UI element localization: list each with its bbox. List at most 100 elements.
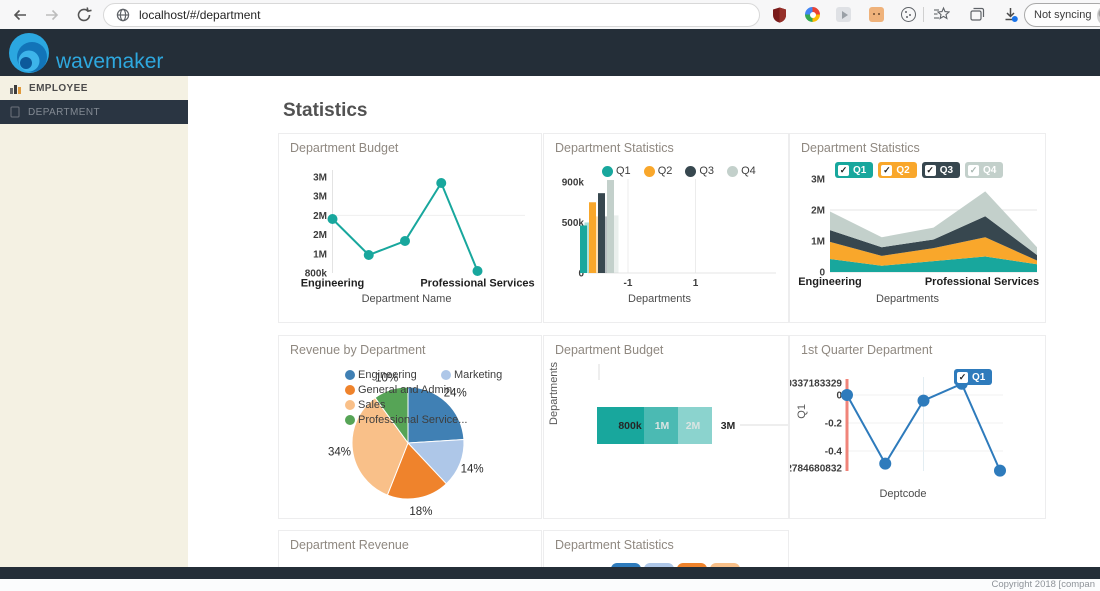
refresh-icon[interactable] [74,5,94,25]
legend-item-q2[interactable]: Q2 [644,165,673,177]
sidebar-item-employee[interactable]: EMPLOYEE [0,76,188,100]
chart-panel-revenue-by-department-pie: Revenue by Department 24%14%18%34%10% En… [278,335,542,519]
svg-text:Professional Services: Professional Services [420,278,534,290]
legend-item-marketing[interactable]: Marketing [441,367,537,382]
footer: Copyright 2018 [compan [0,579,1100,591]
svg-text:Engineering: Engineering [798,276,862,288]
pie-chart: 24%14%18%34%10% [279,336,541,518]
back-icon[interactable] [10,5,30,25]
legend-item-professional-service-[interactable]: Professional Service... [345,412,467,427]
legend-dot-icon [345,415,355,425]
profile-not-syncing-button[interactable]: Not syncing [1024,3,1100,27]
chart-panel-department-budget-line: Department Budget 800k1M2M2M3M3MEngineer… [278,133,542,323]
x-axis-title: Departments [577,293,742,305]
wavemaker-wave-icon [6,32,52,76]
svg-text:3M: 3M [313,173,327,184]
sidebar-item-department[interactable]: DEPARTMENT [0,100,188,124]
svg-text:18%: 18% [409,506,432,518]
checkbox-icon: ✓ [968,165,979,176]
svg-text:1M: 1M [313,249,327,260]
svg-text:-0.2: -0.2 [825,419,843,430]
svg-text:800k: 800k [618,420,642,432]
wavemaker-logo[interactable]: wavemaker [6,32,163,76]
forward-icon[interactable] [42,5,62,25]
checkbox-icon: ✓ [881,165,892,176]
chart-panel-department-budget-hbar: Department Budget 800k1M2M3M Departments [543,335,789,519]
chart-legend: EngineeringMarketingGeneral and AdminSal… [345,367,537,427]
app-window: localhost/#/department Not syncing [0,0,1100,591]
svg-text:2M: 2M [313,211,327,222]
wavemaker-logo-text: wavemaker [56,50,163,74]
legend-dot-icon [727,166,738,177]
legend-item-q1[interactable]: Q1 [602,165,631,177]
chart-panel-department-statistics-area: Department Statistics 01M2M3MEngineering… [789,133,1046,323]
svg-text:-0.4: -0.4 [825,447,843,458]
legend-item-general-and-admin[interactable]: General and Admin [345,382,452,397]
legend-item-engineering[interactable]: Engineering [345,367,441,382]
url-text[interactable]: localhost/#/department [139,8,260,22]
legend-item-q3[interactable]: Q3 [685,165,714,177]
svg-text:3M: 3M [811,175,825,186]
svg-text:34%: 34% [328,447,351,459]
bar-chart-icon [10,83,22,94]
x-axis-title: Departments [825,293,990,305]
document-icon [10,106,21,118]
legend-dot-icon [685,166,696,177]
downloads-icon[interactable] [1002,6,1019,23]
svg-text:14%: 14% [461,463,484,475]
footer-bar [0,567,1100,579]
y-axis-title: Q1 [796,404,808,419]
legend-pill-q2[interactable]: ✓Q2 [878,162,916,178]
page-title: Statistics [283,100,367,122]
legend-dot-icon [345,385,355,395]
chart-legend: ✓Q1 [954,369,992,385]
x-axis-title: Department Name [324,293,489,305]
svg-text:2M: 2M [313,230,327,241]
legend-pill-q1[interactable]: ✓Q1 [835,162,873,178]
sidebar-nav: EMPLOYEE DEPARTMENT [0,76,188,567]
app-header: wavemaker [0,29,1100,76]
play-extension-icon[interactable] [835,6,852,23]
main-content: Statistics Department Budget 800k1M2M2M3… [188,76,1100,567]
favorites-star-icon[interactable] [933,6,950,23]
svg-text:Professional Services: Professional Services [925,276,1039,288]
svg-text:2M: 2M [811,206,825,217]
legend-dot-icon [345,370,355,380]
svg-text:50337183329: 50337183329 [790,378,842,389]
cookie-extension-icon[interactable] [900,6,917,23]
svg-text:12784680832: 12784680832 [790,463,842,474]
legend-pill-q3[interactable]: ✓Q3 [922,162,960,178]
chart-legend: Q1 Q2 Q3 Q4 [602,165,756,177]
chart-panel-department-statistics-bar: Department Statistics -110500k900k Q1Q2Q… [543,133,789,323]
toolbar-separator [923,7,924,22]
browser-toolbar: localhost/#/department Not syncing [0,0,1100,30]
legend-item-q4[interactable]: Q4 [727,165,756,177]
checkbox-icon: ✓ [925,165,936,176]
svg-text:1: 1 [693,278,699,289]
svg-text:2M: 2M [686,420,701,432]
adblock-shield-icon[interactable] [771,6,788,23]
legend-pill-q1[interactable]: ✓Q1 [954,369,992,385]
y-axis-title: Departments [548,362,560,425]
url-bar[interactable]: localhost/#/department [103,3,760,27]
chart-legend: ✓Q1 ✓Q2 ✓Q3 ✓Q4 [835,162,1003,178]
legend-pill-q4[interactable]: ✓Q4 [965,162,1003,178]
box-extension-icon[interactable] [868,6,885,23]
legend-dot-icon [441,370,451,380]
copyright-text: Copyright 2018 [compan [991,579,1095,590]
chart-panel-1st-quarter-department-line: 1st Quarter Department 503371833290-0.2-… [789,335,1046,519]
site-info-globe-icon[interactable] [116,8,130,22]
legend-dot-icon [602,166,613,177]
legend-dot-icon [345,400,355,410]
checkbox-icon: ✓ [838,165,849,176]
sidebar-item-label: DEPARTMENT [28,107,100,118]
svg-text:3M: 3M [313,192,327,203]
legend-item-sales[interactable]: Sales [345,397,441,412]
collections-icon[interactable] [969,6,986,23]
svg-text:900k: 900k [562,178,585,189]
svg-text:3M: 3M [721,420,736,432]
x-axis-title: Deptcode [823,488,983,500]
svg-text:-1: -1 [624,278,633,289]
chart-title: Department Revenue [290,538,409,552]
speed-extension-icon[interactable] [804,6,821,23]
